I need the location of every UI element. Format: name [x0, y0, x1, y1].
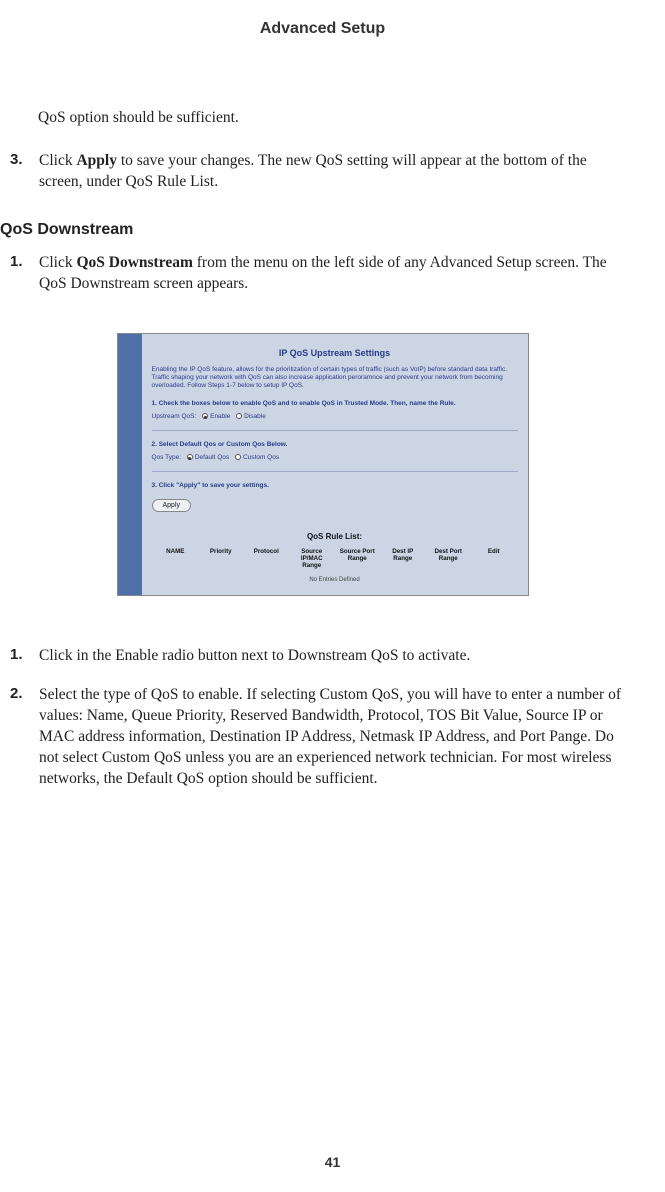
- ui-step-1: 1. Check the boxes below to enable QoS a…: [152, 400, 518, 407]
- sec1-pre: Click: [39, 254, 76, 271]
- step3-bold: Apply: [76, 152, 117, 169]
- sec1-bold: QoS Downstream: [76, 254, 192, 271]
- ui-disable: Disable: [244, 413, 266, 420]
- ui-default: Default Qos: [195, 454, 229, 461]
- section-step-1-text: Click QoS Downstream from the menu on th…: [39, 253, 634, 295]
- ui-panel: IP QoS Upstream Settings Enabling the IP…: [117, 333, 529, 597]
- radio-enable[interactable]: [202, 413, 208, 419]
- col-dest-port: Dest Port Range: [429, 549, 469, 569]
- radio-default-qos[interactable]: [187, 454, 193, 460]
- col-edit: Edit: [474, 549, 514, 569]
- ui-qostype-label: Qos Type:: [152, 454, 182, 461]
- col-source-port: Source Port Range: [338, 549, 378, 569]
- ui-enable: Enable: [210, 413, 230, 420]
- ui-title: IP QoS Upstream Settings: [152, 348, 518, 358]
- col-source-ip: Source IP/MAC Range: [292, 549, 332, 569]
- page-header: Advanced Setup: [0, 20, 645, 38]
- step-3-num: 3.: [10, 151, 35, 168]
- ui-table-header: NAME Priority Protocol Source IP/MAC Ran…: [152, 549, 518, 573]
- ui-step-3: 3. Click "Apply" to save your settings.: [152, 482, 518, 489]
- lower-step-1-num: 1.: [10, 646, 35, 663]
- radio-disable[interactable]: [236, 413, 242, 419]
- step3-post: to save your changes. The new QoS settin…: [39, 152, 587, 190]
- ui-custom: Custom Qos: [243, 454, 279, 461]
- col-protocol: Protocol: [247, 549, 287, 569]
- step-3-text: Click Apply to save your changes. The ne…: [39, 151, 634, 193]
- ui-no-entries: No Entries Defined: [152, 573, 518, 595]
- divider: [152, 471, 518, 472]
- radio-custom-qos[interactable]: [235, 454, 241, 460]
- section-step-1: 1. Click QoS Downstream from the menu on…: [10, 253, 645, 295]
- lower-step-1-text: Click in the Enable radio button next to…: [39, 646, 634, 667]
- intro-fragment: QoS option should be sufficient.: [38, 108, 645, 129]
- section-heading-qos-downstream: QoS Downstream: [0, 221, 645, 239]
- lower-step-2-text: Select the type of QoS to enable. If sel…: [39, 685, 634, 790]
- ui-inner: IP QoS Upstream Settings Enabling the IP…: [142, 334, 528, 596]
- step-3: 3. Click Apply to save your changes. The…: [10, 151, 645, 193]
- ui-rule-list-title: QoS Rule List:: [152, 532, 518, 541]
- lower-step-2: 2. Select the type of QoS to enable. If …: [10, 685, 645, 790]
- embedded-screenshot: IP QoS Upstream Settings Enabling the IP…: [117, 333, 529, 597]
- col-dest-ip: Dest IP Range: [383, 549, 423, 569]
- divider: [152, 430, 518, 431]
- apply-button[interactable]: Apply: [152, 499, 192, 512]
- col-name: NAME: [156, 549, 196, 569]
- section-step-1-num: 1.: [10, 253, 35, 270]
- ui-upstream-label: Upstream QoS:: [152, 413, 197, 420]
- lower-step-2-num: 2.: [10, 685, 35, 702]
- col-priority: Priority: [201, 549, 241, 569]
- ui-qostype-row: Qos Type: Default Qos Custom Qos: [152, 454, 518, 461]
- ui-step-2: 2. Select Default Qos or Custom Qos Belo…: [152, 441, 518, 448]
- ui-upstream-qos-row: Upstream QoS: Enable Disable: [152, 413, 518, 420]
- step3-pre: Click: [39, 152, 76, 169]
- ui-description: Enabling the IP QoS feature, allows for …: [152, 366, 518, 390]
- lower-step-1: 1. Click in the Enable radio button next…: [10, 646, 645, 667]
- page-number: 41: [0, 1154, 665, 1170]
